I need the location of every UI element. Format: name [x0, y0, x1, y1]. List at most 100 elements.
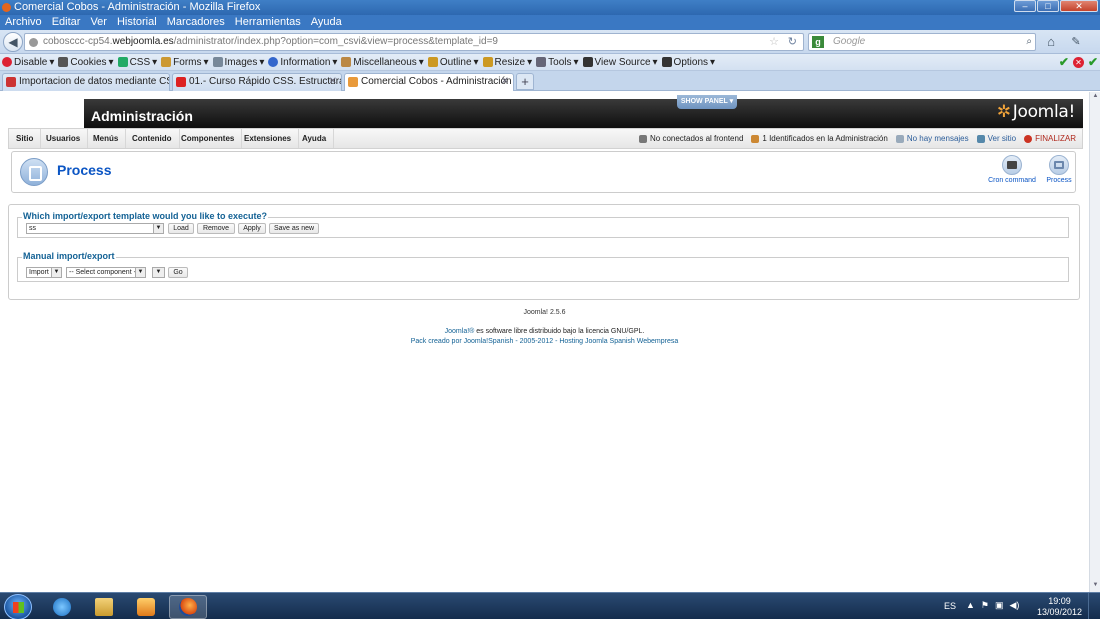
- component-select[interactable]: -- Select component -- ▼: [66, 267, 146, 278]
- show-hidden-icons[interactable]: ▲: [966, 600, 975, 611]
- save-as-new-button[interactable]: Save as new: [269, 223, 319, 234]
- menu-extensiones[interactable]: Extensiones: [237, 129, 300, 148]
- google-engine-icon[interactable]: g: [812, 36, 824, 48]
- load-button[interactable]: Load: [168, 223, 194, 234]
- close-window-button[interactable]: ✕: [1060, 0, 1098, 12]
- frontend-status: No conectados al frontend: [639, 129, 743, 148]
- tab-css-course[interactable]: 01.- Curso Rápido CSS. Estructura - Y...…: [172, 73, 342, 91]
- manual-fieldset: Manual import/export Import ▼ -- Select …: [17, 251, 1069, 282]
- admins-status: 1 Identificados en la Administración: [751, 129, 888, 148]
- back-button[interactable]: ◀: [3, 32, 23, 52]
- devbar-information[interactable]: Information ▾: [268, 54, 337, 70]
- browser-menubar: Archivo Editar Ver Historial Marcadores …: [0, 15, 1100, 30]
- language-indicator[interactable]: ES: [944, 601, 956, 611]
- devbar-disable[interactable]: Disable ▾: [2, 54, 54, 70]
- operation-select[interactable]: ▼: [152, 267, 165, 278]
- search-icon[interactable]: ⌕: [1026, 34, 1032, 50]
- devbar-css[interactable]: CSS ▾: [117, 54, 157, 70]
- menu-usuarios[interactable]: Usuarios: [39, 129, 89, 148]
- tab-close-icon[interactable]: ✕: [329, 74, 337, 90]
- page-content: Administración SHOW PANEL ▾ ✲ Joomla! Sit…: [0, 92, 1089, 592]
- menu-archivo[interactable]: Archivo: [5, 15, 42, 30]
- reload-icon[interactable]: ↻: [788, 34, 797, 50]
- devbar-resize[interactable]: Resize ▾: [482, 54, 532, 70]
- internet-explorer-taskbar-button[interactable]: [43, 595, 81, 619]
- show-desktop-button[interactable]: [1088, 593, 1100, 619]
- scroll-down-icon[interactable]: ▼: [1091, 582, 1100, 591]
- page-toolbar: Process Cron command Process: [11, 151, 1076, 193]
- logout-link[interactable]: FINALIZAR: [1024, 129, 1076, 148]
- addon-icon[interactable]: ✎: [1068, 34, 1084, 50]
- pack-credit-link[interactable]: Pack creado por Joomla!Spanish - 2005-20…: [0, 338, 1089, 345]
- remove-button[interactable]: Remove: [197, 223, 235, 234]
- start-button[interactable]: [4, 594, 32, 619]
- menu-herramientas[interactable]: Herramientas: [235, 15, 301, 30]
- devbar-miscellaneous[interactable]: Miscellaneous ▾: [341, 54, 424, 70]
- page-title: Process: [57, 162, 112, 178]
- forms-icon: [161, 57, 172, 67]
- bookmark-star-icon[interactable]: ☆: [769, 34, 779, 50]
- menu-marcadores[interactable]: Marcadores: [167, 15, 225, 30]
- url-input[interactable]: cobosccc-cp54.webjoomla.es/administrator…: [24, 33, 804, 51]
- url-prefix: cobosccc-cp54.: [43, 36, 113, 47]
- menu-historial[interactable]: Historial: [117, 15, 157, 30]
- media-player-taskbar-button[interactable]: [127, 595, 165, 619]
- menu-sitio[interactable]: Sitio: [9, 129, 42, 148]
- css-icon: [117, 57, 128, 67]
- minimize-button[interactable]: –: [1014, 0, 1036, 12]
- view-site-link[interactable]: Ver sitio: [976, 129, 1016, 148]
- devbar-images[interactable]: Images ▾: [212, 54, 264, 70]
- menu-menus[interactable]: Menús: [86, 129, 127, 148]
- cron-command-button[interactable]: Cron command: [984, 155, 1040, 184]
- admin-menu: Sitio Usuarios Menús Contenido Component…: [8, 128, 1083, 149]
- menu-ayuda-joomla[interactable]: Ayuda: [295, 129, 335, 148]
- messages-link[interactable]: No hay mensajes: [895, 129, 969, 148]
- tab-csvi-import[interactable]: Importacion de datos mediante CSVI ...: [2, 73, 170, 91]
- html-valid-check-icon[interactable]: ✔: [1088, 54, 1098, 71]
- scroll-up-icon[interactable]: ▲: [1091, 93, 1100, 102]
- process-button[interactable]: Process: [1044, 155, 1074, 184]
- clock-date: 13/09/2012: [1036, 607, 1082, 617]
- chevron-down-icon: ▼: [153, 268, 164, 277]
- flag-icon[interactable]: ⚑: [981, 600, 989, 611]
- show-panel-button[interactable]: SHOW PANEL ▾: [677, 95, 737, 109]
- firefox-taskbar-button[interactable]: [169, 595, 207, 619]
- template-select[interactable]: ss ▼: [26, 223, 164, 234]
- youtube-icon: [176, 77, 186, 87]
- joomla-favicon-icon: [348, 77, 358, 87]
- import-export-select[interactable]: Import ▼: [26, 267, 62, 278]
- menu-ayuda[interactable]: Ayuda: [311, 15, 342, 30]
- search-input[interactable]: g Google ⌕: [808, 33, 1036, 51]
- joomla-link[interactable]: Joomla!®: [445, 328, 475, 335]
- firefox-taskbar-icon: [179, 598, 197, 616]
- media-player-icon: [137, 598, 155, 616]
- go-button[interactable]: Go: [168, 267, 188, 278]
- devbar-tools[interactable]: Tools ▾: [536, 54, 579, 70]
- menu-contenido[interactable]: Contenido: [125, 129, 180, 148]
- clock[interactable]: 19:09 13/09/2012: [1037, 596, 1082, 618]
- apply-button[interactable]: Apply: [238, 223, 266, 234]
- home-icon[interactable]: ⌂: [1043, 34, 1059, 50]
- css-valid-check-icon[interactable]: ✔: [1059, 54, 1069, 71]
- menu-componentes[interactable]: Componentes: [174, 129, 243, 148]
- network-icon[interactable]: ▣: [995, 600, 1004, 611]
- new-tab-button[interactable]: +: [516, 73, 534, 90]
- users-icon: [639, 134, 647, 143]
- explorer-taskbar-button[interactable]: [85, 595, 123, 619]
- tab-comercial-cobos[interactable]: Comercial Cobos - Administración ✕: [344, 73, 514, 91]
- maximize-button[interactable]: □: [1037, 0, 1059, 12]
- process-form: Which import/export template would you l…: [8, 204, 1080, 300]
- js-error-icon[interactable]: ✕: [1072, 57, 1084, 68]
- menu-ver[interactable]: Ver: [90, 15, 107, 30]
- menu-editar[interactable]: Editar: [52, 15, 81, 30]
- messages-icon: [895, 134, 904, 143]
- devbar-view-source[interactable]: View Source ▾: [582, 54, 658, 70]
- windows-taskbar: ES ▲ ⚑ ▣ ◀) 19:09 13/09/2012: [0, 592, 1100, 619]
- devbar-cookies[interactable]: Cookies ▾: [58, 54, 114, 70]
- vertical-scrollbar[interactable]: ▲ ▼: [1089, 92, 1100, 592]
- devbar-outline[interactable]: Outline ▾: [427, 54, 479, 70]
- tab-close-icon[interactable]: ✕: [501, 74, 509, 90]
- volume-icon[interactable]: ◀): [1010, 600, 1020, 611]
- devbar-forms[interactable]: Forms ▾: [161, 54, 209, 70]
- devbar-options[interactable]: Options ▾: [661, 54, 715, 70]
